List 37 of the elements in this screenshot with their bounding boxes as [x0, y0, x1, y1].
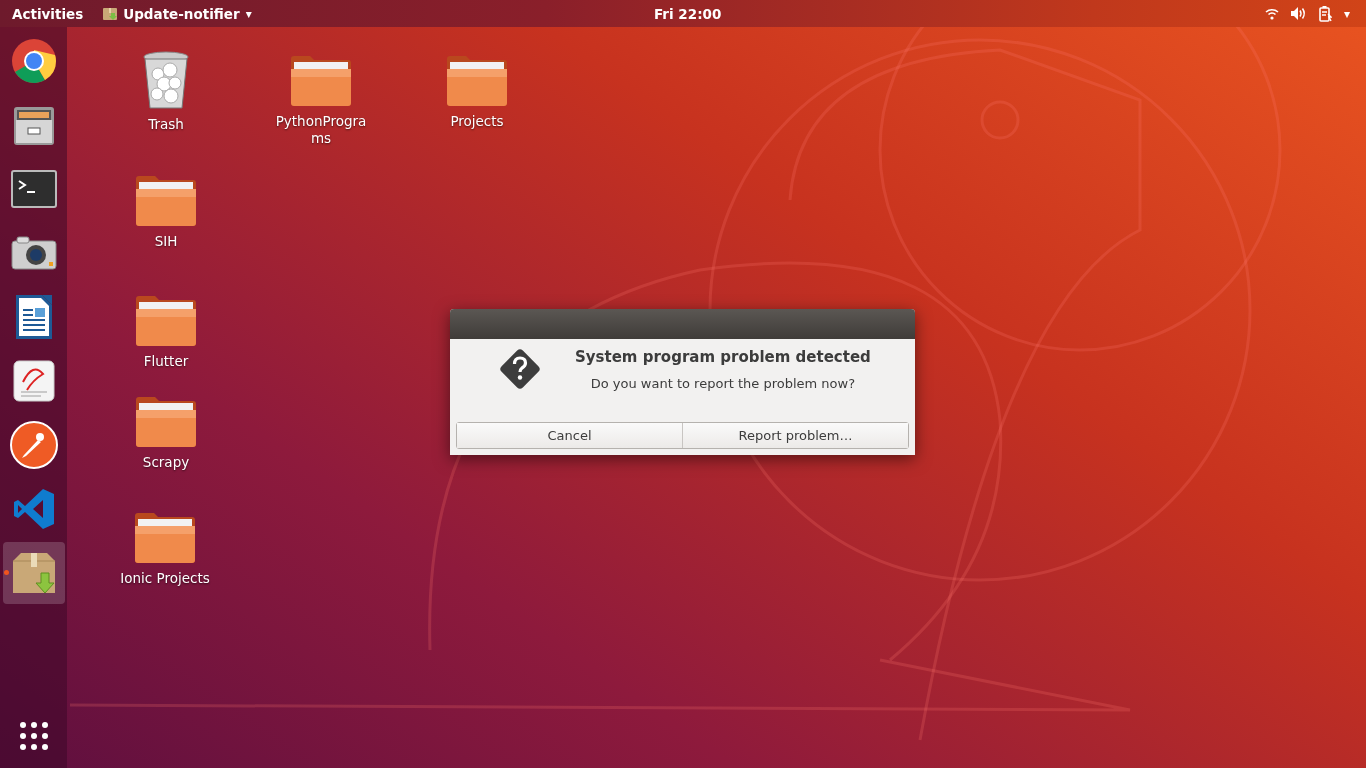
- dialog-heading: System program problem detected: [575, 348, 871, 366]
- folder-icon[interactable]: [446, 55, 508, 107]
- battery-icon[interactable]: [1318, 5, 1332, 22]
- desktop-icon-label[interactable]: PythonPrograms: [271, 113, 371, 147]
- app-grid-icon[interactable]: [18, 721, 49, 751]
- package-download-icon: [10, 551, 57, 595]
- folder-icon[interactable]: [135, 396, 197, 448]
- folder-icon[interactable]: [290, 55, 352, 107]
- document-icon: [14, 294, 53, 340]
- folder-icon[interactable]: [135, 175, 197, 227]
- desktop-icon-label[interactable]: SIH: [116, 233, 216, 250]
- document-viewer-icon: [12, 360, 55, 402]
- folder-icon[interactable]: [135, 295, 197, 347]
- system-menu-caret[interactable]: ▾: [1343, 6, 1350, 21]
- desktop-icon-label[interactable]: Flutter: [116, 353, 216, 370]
- running-indicator: [3, 570, 9, 575]
- volume-icon[interactable]: [1290, 7, 1307, 20]
- code-editor-icon: [12, 488, 55, 530]
- app-menu[interactable]: Update-notifier ▾: [103, 5, 252, 22]
- package-icon: [103, 7, 118, 20]
- browser-icon: [10, 38, 57, 84]
- camera-icon: [10, 236, 57, 270]
- folder-icon[interactable]: [134, 512, 196, 564]
- terminal-icon: [10, 170, 57, 208]
- activities-button[interactable]: Activities: [0, 5, 96, 22]
- clock[interactable]: Fri 22:00: [654, 5, 722, 22]
- desktop-icon-label[interactable]: Projects: [427, 113, 527, 130]
- desktop-icon-label[interactable]: Ionic Projects: [115, 570, 215, 587]
- dialog-button[interactable]: Cancel: [457, 423, 682, 448]
- trash-can-icon[interactable]: [142, 50, 190, 110]
- wifi-icon[interactable]: [1264, 7, 1279, 20]
- dock-item[interactable]: [2, 542, 65, 604]
- rocket-man-icon: [9, 421, 58, 469]
- desktop-icon-label[interactable]: Scrapy: [116, 454, 216, 471]
- dialog-button[interactable]: Report problem…: [682, 423, 908, 448]
- dialog-message: Do you want to report the problem now?: [590, 376, 856, 391]
- desktop-icon-label[interactable]: Trash: [116, 116, 216, 133]
